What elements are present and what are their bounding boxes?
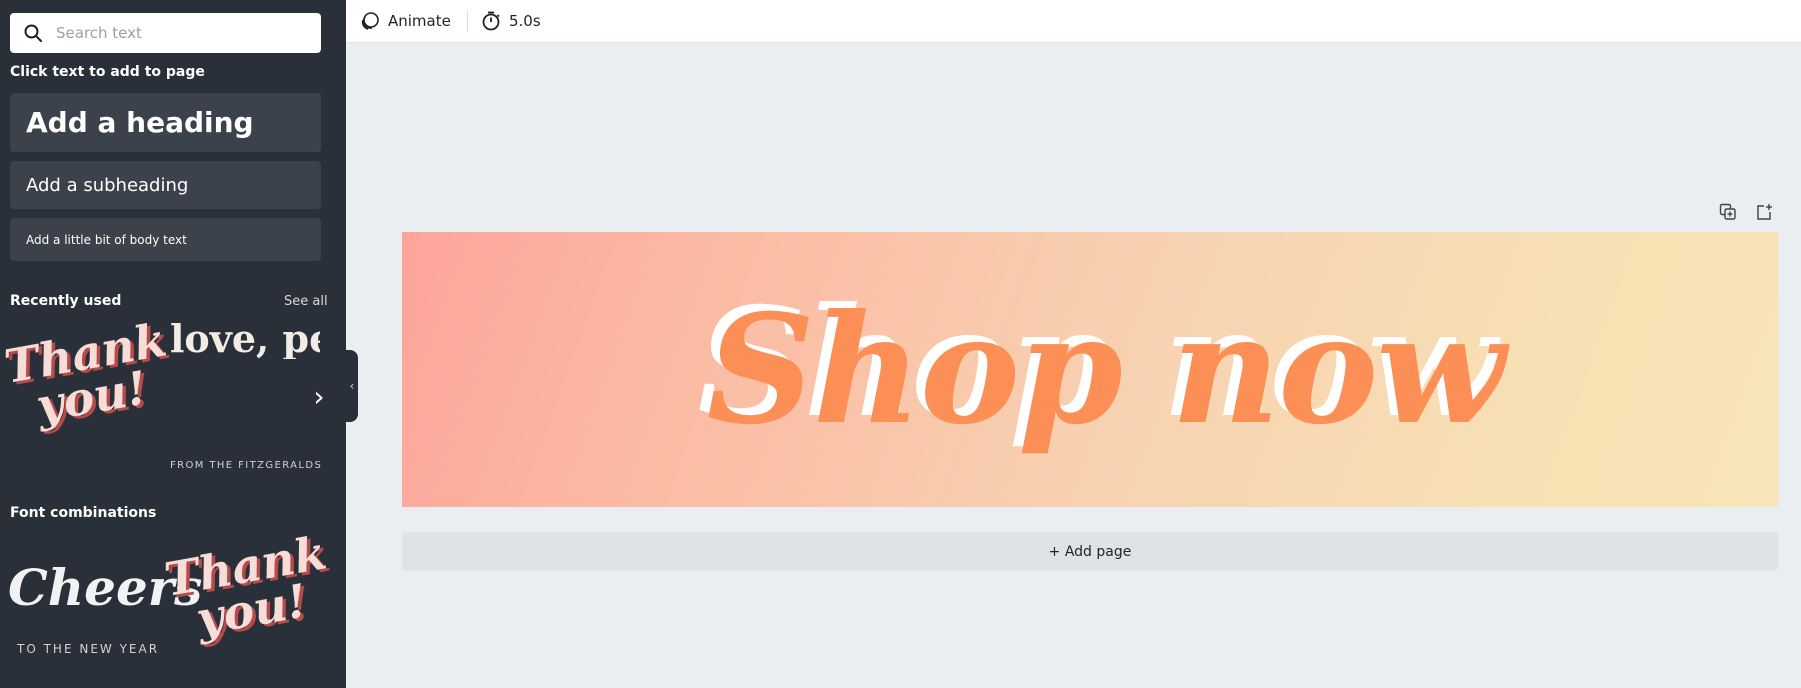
text-panel: Click text to add to page Add a heading …	[0, 0, 346, 688]
font-combo-thank-you[interactable]: Thank you!	[161, 525, 335, 646]
add-subheading-button[interactable]: Add a subheading	[10, 161, 321, 209]
search-bar[interactable]	[10, 13, 321, 53]
duration-button[interactable]: 5.0s	[481, 0, 541, 42]
search-input[interactable]	[54, 23, 298, 43]
click-to-add-title: Click text to add to page	[10, 64, 205, 80]
timer-icon	[482, 11, 500, 31]
design-page[interactable]: Shop now	[402, 232, 1778, 507]
add-heading-button[interactable]: Add a heading	[10, 93, 321, 152]
add-subheading-label: Add a subheading	[26, 174, 189, 196]
recently-used-title: Recently used	[10, 293, 122, 309]
animate-icon	[361, 12, 379, 30]
font-combo-caption: TO THE NEW YEAR	[17, 642, 160, 656]
add-new-page-icon[interactable]	[1755, 203, 1773, 225]
recent-template-caption: FROM THE FITZGERALDS	[170, 460, 323, 471]
chevron-right-icon[interactable]: ›	[304, 382, 334, 412]
recent-template-thank-you[interactable]: Thank you!	[1, 312, 175, 433]
font-combo-cheers[interactable]: Cheers	[8, 558, 202, 617]
see-all-link[interactable]: See all	[284, 294, 328, 309]
add-body-text-button[interactable]: Add a little bit of body text	[10, 218, 321, 261]
animate-label: Animate	[388, 12, 451, 30]
toolbar-divider	[467, 10, 468, 32]
add-page-button[interactable]: + Add page	[402, 532, 1778, 571]
chevron-left-icon: ‹	[349, 379, 355, 393]
font-combinations-title: Font combinations	[10, 505, 157, 521]
add-body-text-label: Add a little bit of body text	[26, 232, 187, 247]
collapse-panel-button[interactable]: ‹	[346, 350, 358, 422]
search-icon	[24, 24, 42, 42]
duration-label: 5.0s	[509, 12, 541, 30]
animate-button[interactable]: Animate	[360, 0, 451, 42]
top-toolbar: Animate 5.0s	[346, 0, 1801, 43]
add-heading-label: Add a heading	[26, 106, 254, 139]
duplicate-page-icon[interactable]	[1719, 203, 1737, 225]
design-headline-text[interactable]: Shop now	[402, 232, 1778, 507]
recent-template-love-peace-joy[interactable]: love, peace, and joy	[170, 318, 320, 359]
